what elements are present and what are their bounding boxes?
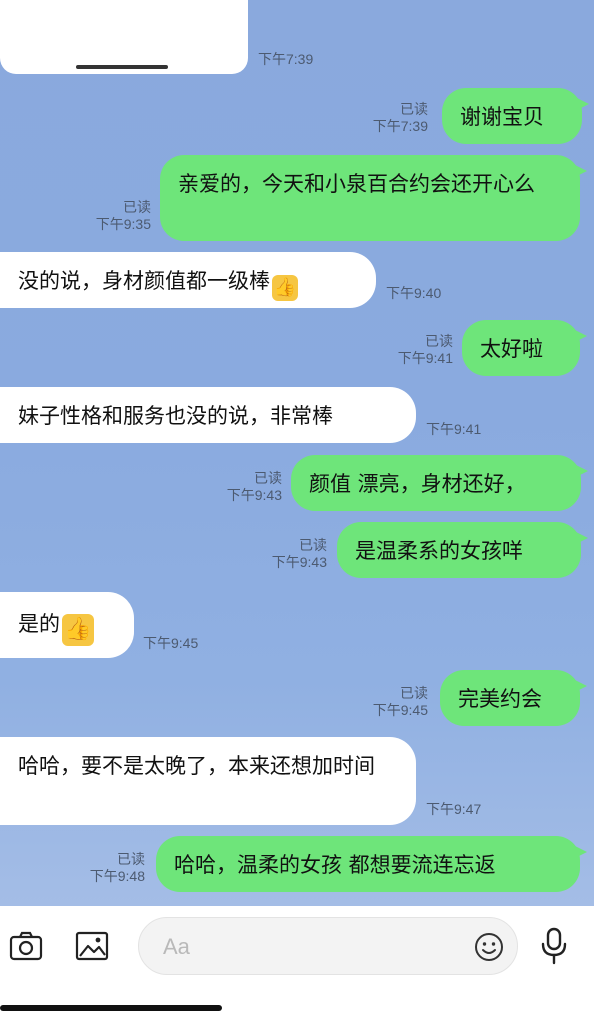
message-text: 哈哈，要不是太晚了，本来还想加时间 [18,754,375,778]
message-meta: 已读 下午7:39 [373,101,428,135]
message-input[interactable]: Aa [138,917,518,975]
home-indicator[interactable] [0,1005,222,1011]
message-time: 下午9:47 [426,801,482,817]
read-receipt: 已读 [254,470,282,486]
outgoing-message[interactable]: 颜值 漂亮，身材还好， [291,455,588,511]
message-text: 颜值 漂亮，身材还好， [309,472,526,496]
camera-icon[interactable] [8,928,44,964]
message-text: 没的说，身材颜值都一级棒 [18,269,270,293]
message-time: 下午9:48 [89,868,145,884]
read-receipt: 已读 [117,851,145,867]
message-text: 是温柔系的女孩咩 [355,539,523,563]
message-text: 亲爱的，今天和小泉百合约会还开心么 [178,172,535,196]
message-meta: 已读 下午9:41 [398,333,453,367]
message-time: 下午9:43 [226,487,282,503]
read-receipt: 已读 [400,685,428,701]
message-time: 下午9:35 [95,216,151,232]
message-meta: 已读 下午9:43 [272,537,327,571]
outgoing-message[interactable]: 是温柔系的女孩咩 [337,522,588,578]
message-text: 哈哈，温柔的女孩 都想要流连忘返 [174,853,496,877]
read-receipt: 已读 [299,537,327,553]
microphone-icon[interactable] [536,926,572,966]
incoming-message[interactable]: 是的 👍 [0,592,134,658]
image-icon[interactable] [74,928,110,964]
message-time: 下午9:43 [271,554,327,570]
message-time: 下午9:45 [143,635,199,651]
outgoing-message[interactable]: 太好啦 [462,320,587,376]
input-placeholder: Aa [163,934,190,959]
message-time: 下午9:41 [397,350,453,366]
outgoing-message[interactable]: 完美约会 [440,670,587,726]
message-time: 下午9:45 [372,702,428,718]
thumbs-up-icon: 👍 [62,614,94,646]
message-time: 下午7:39 [372,118,428,134]
message-text: 是的 [18,612,60,636]
read-receipt: 已读 [400,101,428,117]
incoming-message[interactable]: 哈哈，要不是太晚了，本来还想加时间 [0,737,416,825]
incoming-message[interactable]: 妹子性格和服务也没的说，非常棒 [0,387,416,443]
previous-message-card[interactable] [0,0,248,74]
message-text: 完美约会 [458,687,542,711]
message-text: 妹子性格和服务也没的说，非常棒 [18,404,333,428]
message-text: 谢谢宝贝 [460,105,544,129]
card-handle [76,65,168,69]
message-meta: 已读 下午9:45 [373,685,428,719]
message-time: 下午9:40 [386,285,442,301]
message-meta: 已读 下午9:43 [227,470,282,504]
read-receipt: 已读 [425,333,453,349]
message-text: 太好啦 [480,337,543,361]
message-meta: 已读 下午9:48 [90,851,145,885]
message-time: 下午9:41 [426,421,482,437]
thumbs-up-icon: 👍 [272,275,298,301]
emoji-icon[interactable] [473,931,505,963]
outgoing-message[interactable]: 亲爱的，今天和小泉百合约会还开心么 [160,155,587,241]
outgoing-message[interactable]: 哈哈，温柔的女孩 都想要流连忘返 [156,836,587,892]
read-receipt: 已读 [123,199,151,215]
outgoing-message[interactable]: 谢谢宝贝 [442,88,589,144]
incoming-message[interactable]: 没的说，身材颜值都一级棒 👍 [0,252,376,308]
message-meta: 已读 下午9:35 [96,199,151,233]
chat-area[interactable]: 下午7:39 谢谢宝贝 已读 下午7:39 亲爱的，今天和小泉百合约会还开心么 … [0,0,594,906]
message-time: 下午7:39 [258,51,314,67]
